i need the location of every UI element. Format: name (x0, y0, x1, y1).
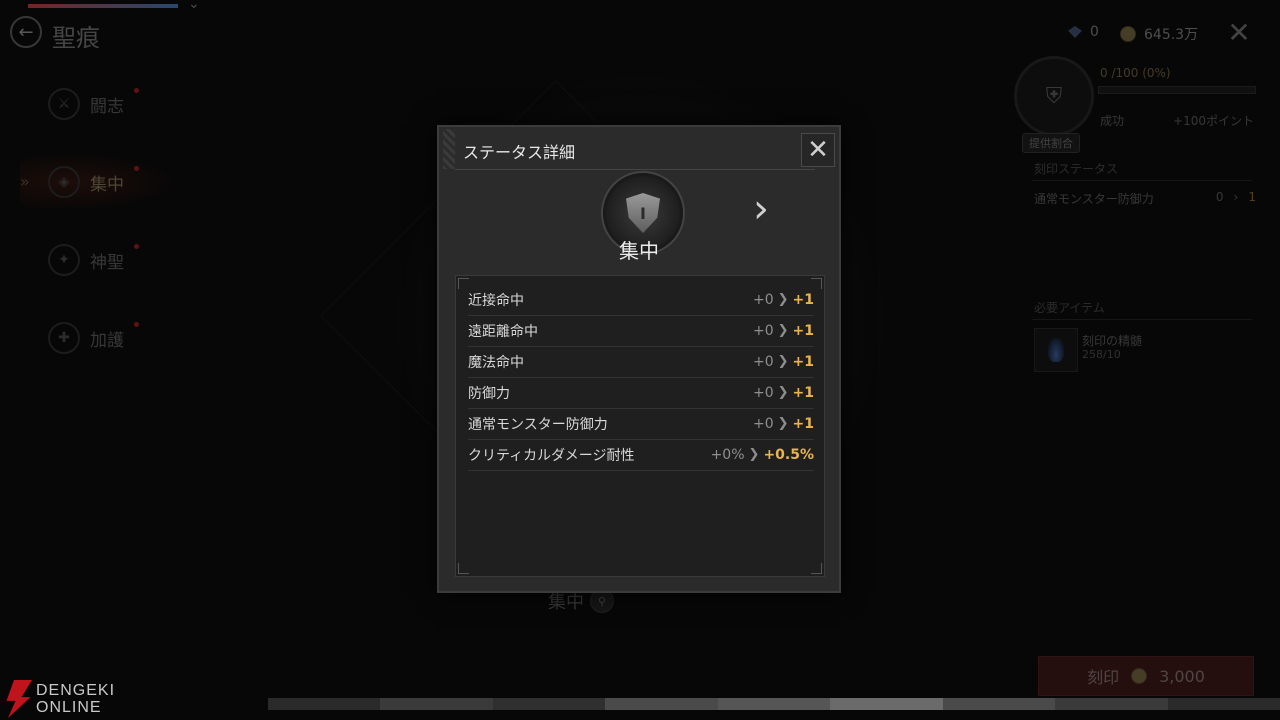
stat-label: クリティカルダメージ耐性 (468, 447, 635, 464)
stat-old: +0 (752, 415, 774, 432)
stat-new: +1 (792, 353, 814, 370)
lightning-icon (6, 680, 32, 718)
stat-values: +0 ❯ +1 (753, 354, 814, 370)
stat-new: +1 (792, 384, 814, 401)
watermark-text: DENGEKI ONLINE (36, 682, 115, 716)
watermark-logo: DENGEKI ONLINE (2, 680, 115, 718)
shield-icon: I (626, 193, 660, 233)
stat-old: +0 (752, 291, 774, 308)
stat-row: 遠距離命中 +0 ❯ +1 (468, 315, 814, 347)
chevron-right-icon: ❯ (777, 292, 789, 307)
chevron-right-icon: ❯ (777, 385, 789, 400)
stat-label: 魔法命中 (468, 354, 524, 371)
modal-titlebar: ステータス詳細 ✕ (439, 127, 839, 171)
corner-ornament (458, 563, 469, 574)
stat-row: 通常モンスター防御力 +0 ❯ +1 (468, 408, 814, 440)
stat-old: +0 (752, 353, 774, 370)
chevron-right-icon: ❯ (777, 416, 789, 431)
stat-values: +0 ❯ +1 (753, 292, 814, 308)
bottom-strip (268, 698, 1280, 710)
stat-new: +1 (792, 415, 814, 432)
status-detail-modal: ステータス詳細 ✕ I › 集中 近接命中 +0 ❯ +1 遠距離命中 +0 ❯… (437, 125, 841, 593)
stat-new: +1 (792, 291, 814, 308)
chevron-right-icon: ❯ (777, 323, 789, 338)
watermark-line1: DENGEKI (36, 682, 116, 699)
modal-title: ステータス詳細 (463, 143, 576, 162)
title-underline (455, 169, 815, 170)
title-accent (443, 129, 455, 169)
stat-new: +1 (792, 322, 814, 339)
chevron-right-icon: ❯ (777, 354, 789, 369)
watermark-line2: ONLINE (36, 699, 102, 716)
stat-row: 防御力 +0 ❯ +1 (468, 377, 814, 409)
chevron-right-icon: ❯ (748, 447, 760, 462)
stat-values: +0 ❯ +1 (753, 416, 814, 432)
stat-values: +0 ❯ +1 (753, 385, 814, 401)
stat-old: +0% (710, 446, 745, 463)
stat-old: +0 (752, 322, 774, 339)
stat-label: 遠距離命中 (468, 323, 538, 340)
skill-name: 集中 (619, 239, 659, 263)
stat-label: 防御力 (468, 385, 510, 402)
modal-close-button[interactable]: ✕ (801, 133, 835, 167)
chevron-right-icon[interactable]: › (753, 189, 769, 229)
stat-row: クリティカルダメージ耐性 +0% ❯ +0.5% (468, 439, 814, 471)
stat-values: +0% ❯ +0.5% (711, 447, 814, 463)
stat-old: +0 (752, 384, 774, 401)
stat-list: 近接命中 +0 ❯ +1 遠距離命中 +0 ❯ +1 魔法命中 +0 ❯ +1 (455, 275, 825, 577)
stat-label: 通常モンスター防御力 (468, 416, 608, 433)
stat-row: 近接命中 +0 ❯ +1 (468, 284, 814, 316)
stat-label: 近接命中 (468, 292, 524, 309)
corner-ornament (811, 563, 822, 574)
stat-row: 魔法命中 +0 ❯ +1 (468, 346, 814, 378)
stat-new: +0.5% (763, 446, 814, 463)
stat-values: +0 ❯ +1 (753, 323, 814, 339)
